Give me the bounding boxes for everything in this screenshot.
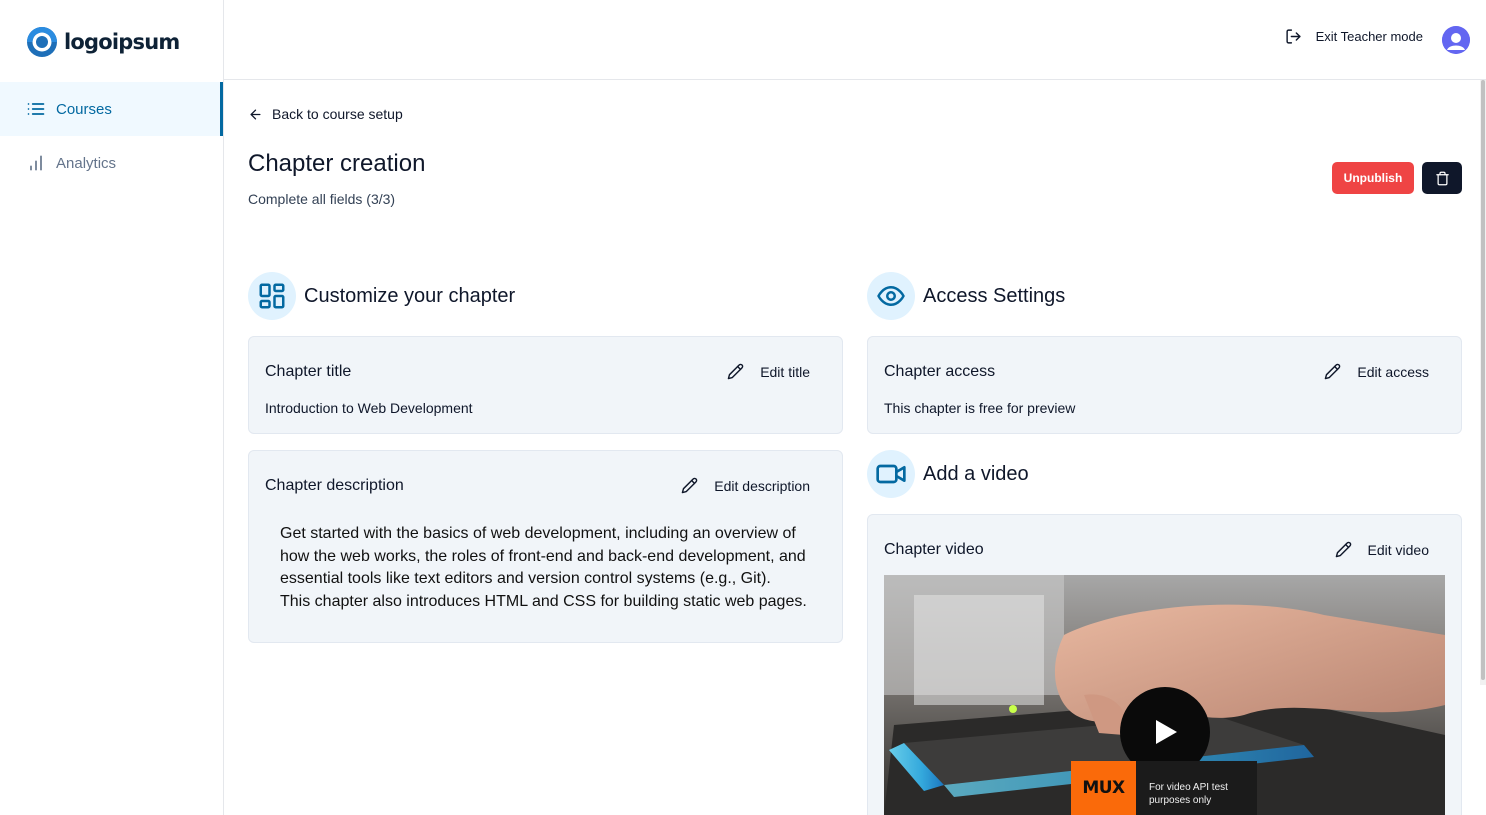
edit-title-label: Edit title: [760, 363, 810, 380]
exit-teacher-mode-button[interactable]: Exit Teacher mode: [1285, 28, 1423, 45]
eye-icon: [867, 272, 915, 320]
mux-logo: MUX: [1071, 761, 1136, 815]
chapter-description-text: Get started with the basics of web devel…: [280, 523, 820, 614]
chapter-title-card: Chapter title Edit title Introduction to…: [248, 336, 843, 434]
video-player[interactable]: MUX For video API test purposes only: [884, 575, 1445, 815]
unpublish-button[interactable]: Unpublish: [1332, 162, 1414, 194]
logo-mark-icon: [27, 27, 57, 57]
chapter-video-card: Chapter video Edit video MUX For video A…: [867, 514, 1462, 815]
edit-title-button[interactable]: Edit title: [727, 363, 810, 380]
scrollbar-thumb[interactable]: [1481, 80, 1485, 680]
mux-note-line: purposes only: [1149, 795, 1212, 806]
sidebar-item-courses[interactable]: Courses: [0, 82, 223, 136]
chapter-title-value: Introduction to Web Development: [265, 400, 473, 416]
edit-description-label: Edit description: [714, 477, 810, 494]
customize-heading: Customize your chapter: [304, 284, 516, 307]
sidebar-item-analytics[interactable]: Analytics: [0, 136, 223, 190]
edit-access-label: Edit access: [1357, 363, 1429, 380]
pencil-icon: [1335, 541, 1351, 558]
edit-access-button[interactable]: Edit access: [1324, 363, 1429, 380]
arrow-left-icon: [250, 109, 261, 119]
delete-button[interactable]: [1422, 162, 1462, 194]
list-icon: [27, 103, 45, 115]
exit-teacher-mode-label: Exit Teacher mode: [1315, 29, 1423, 44]
layout-dashboard-icon: [248, 272, 296, 320]
play-icon: [1156, 720, 1177, 744]
chapter-description-label: Chapter description: [265, 477, 404, 494]
pencil-icon: [681, 477, 698, 494]
video-section-header: Add a video: [867, 450, 1029, 498]
scrollbar[interactable]: [1480, 80, 1486, 685]
page-title: Chapter creation: [248, 150, 426, 177]
pencil-icon: [1325, 363, 1341, 380]
chapter-description-card: Chapter description Edit description Get…: [248, 450, 843, 643]
pencil-icon: [727, 363, 744, 380]
user-avatar-icon[interactable]: [1442, 26, 1470, 54]
sidebar: logoipsum Courses Analytics: [0, 0, 224, 815]
mux-note: For video API test purposes only: [1136, 761, 1257, 815]
sidebar-item-label: Courses: [56, 100, 112, 118]
chapter-video-label: Chapter video: [884, 541, 984, 558]
completion-status: Complete all fields (3/3): [248, 191, 396, 207]
access-section-header: Access Settings: [867, 272, 1065, 320]
edit-description-button[interactable]: Edit description: [681, 477, 810, 494]
bar-chart-icon: [30, 155, 42, 171]
back-to-course-setup-link[interactable]: Back to course setup: [248, 106, 403, 122]
edit-video-button[interactable]: Edit video: [1335, 541, 1429, 558]
trash-icon: [1435, 171, 1449, 185]
video-heading: Add a video: [923, 462, 1029, 485]
video-camera-icon: [867, 450, 915, 498]
logo[interactable]: logoipsum: [26, 26, 180, 58]
access-heading: Access Settings: [923, 284, 1066, 307]
customize-section-header: Customize your chapter: [248, 272, 515, 320]
chapter-access-card: Chapter access Edit access This chapter …: [867, 336, 1462, 434]
top-bar: Exit Teacher mode: [224, 0, 1486, 80]
description-line: how the web works, the roles of front-en…: [280, 547, 806, 565]
mux-badge: MUX For video API test purposes only: [1071, 761, 1257, 815]
mux-note-line: For video API test: [1149, 782, 1228, 793]
description-line: essential tools like text editors and ve…: [280, 570, 771, 588]
chapter-title-label: Chapter title: [265, 363, 352, 380]
description-line: This chapter also introduces HTML and CS…: [280, 593, 807, 611]
edit-video-label: Edit video: [1367, 541, 1429, 558]
back-link-label: Back to course setup: [272, 106, 403, 122]
description-line: Get started with the basics of web devel…: [280, 525, 796, 542]
logo-text: logoipsum: [64, 30, 180, 54]
log-out-icon: [1285, 29, 1301, 44]
sidebar-item-label: Analytics: [56, 154, 117, 172]
chapter-access-value: This chapter is free for preview: [884, 400, 1076, 416]
chapter-access-label: Chapter access: [884, 363, 996, 380]
